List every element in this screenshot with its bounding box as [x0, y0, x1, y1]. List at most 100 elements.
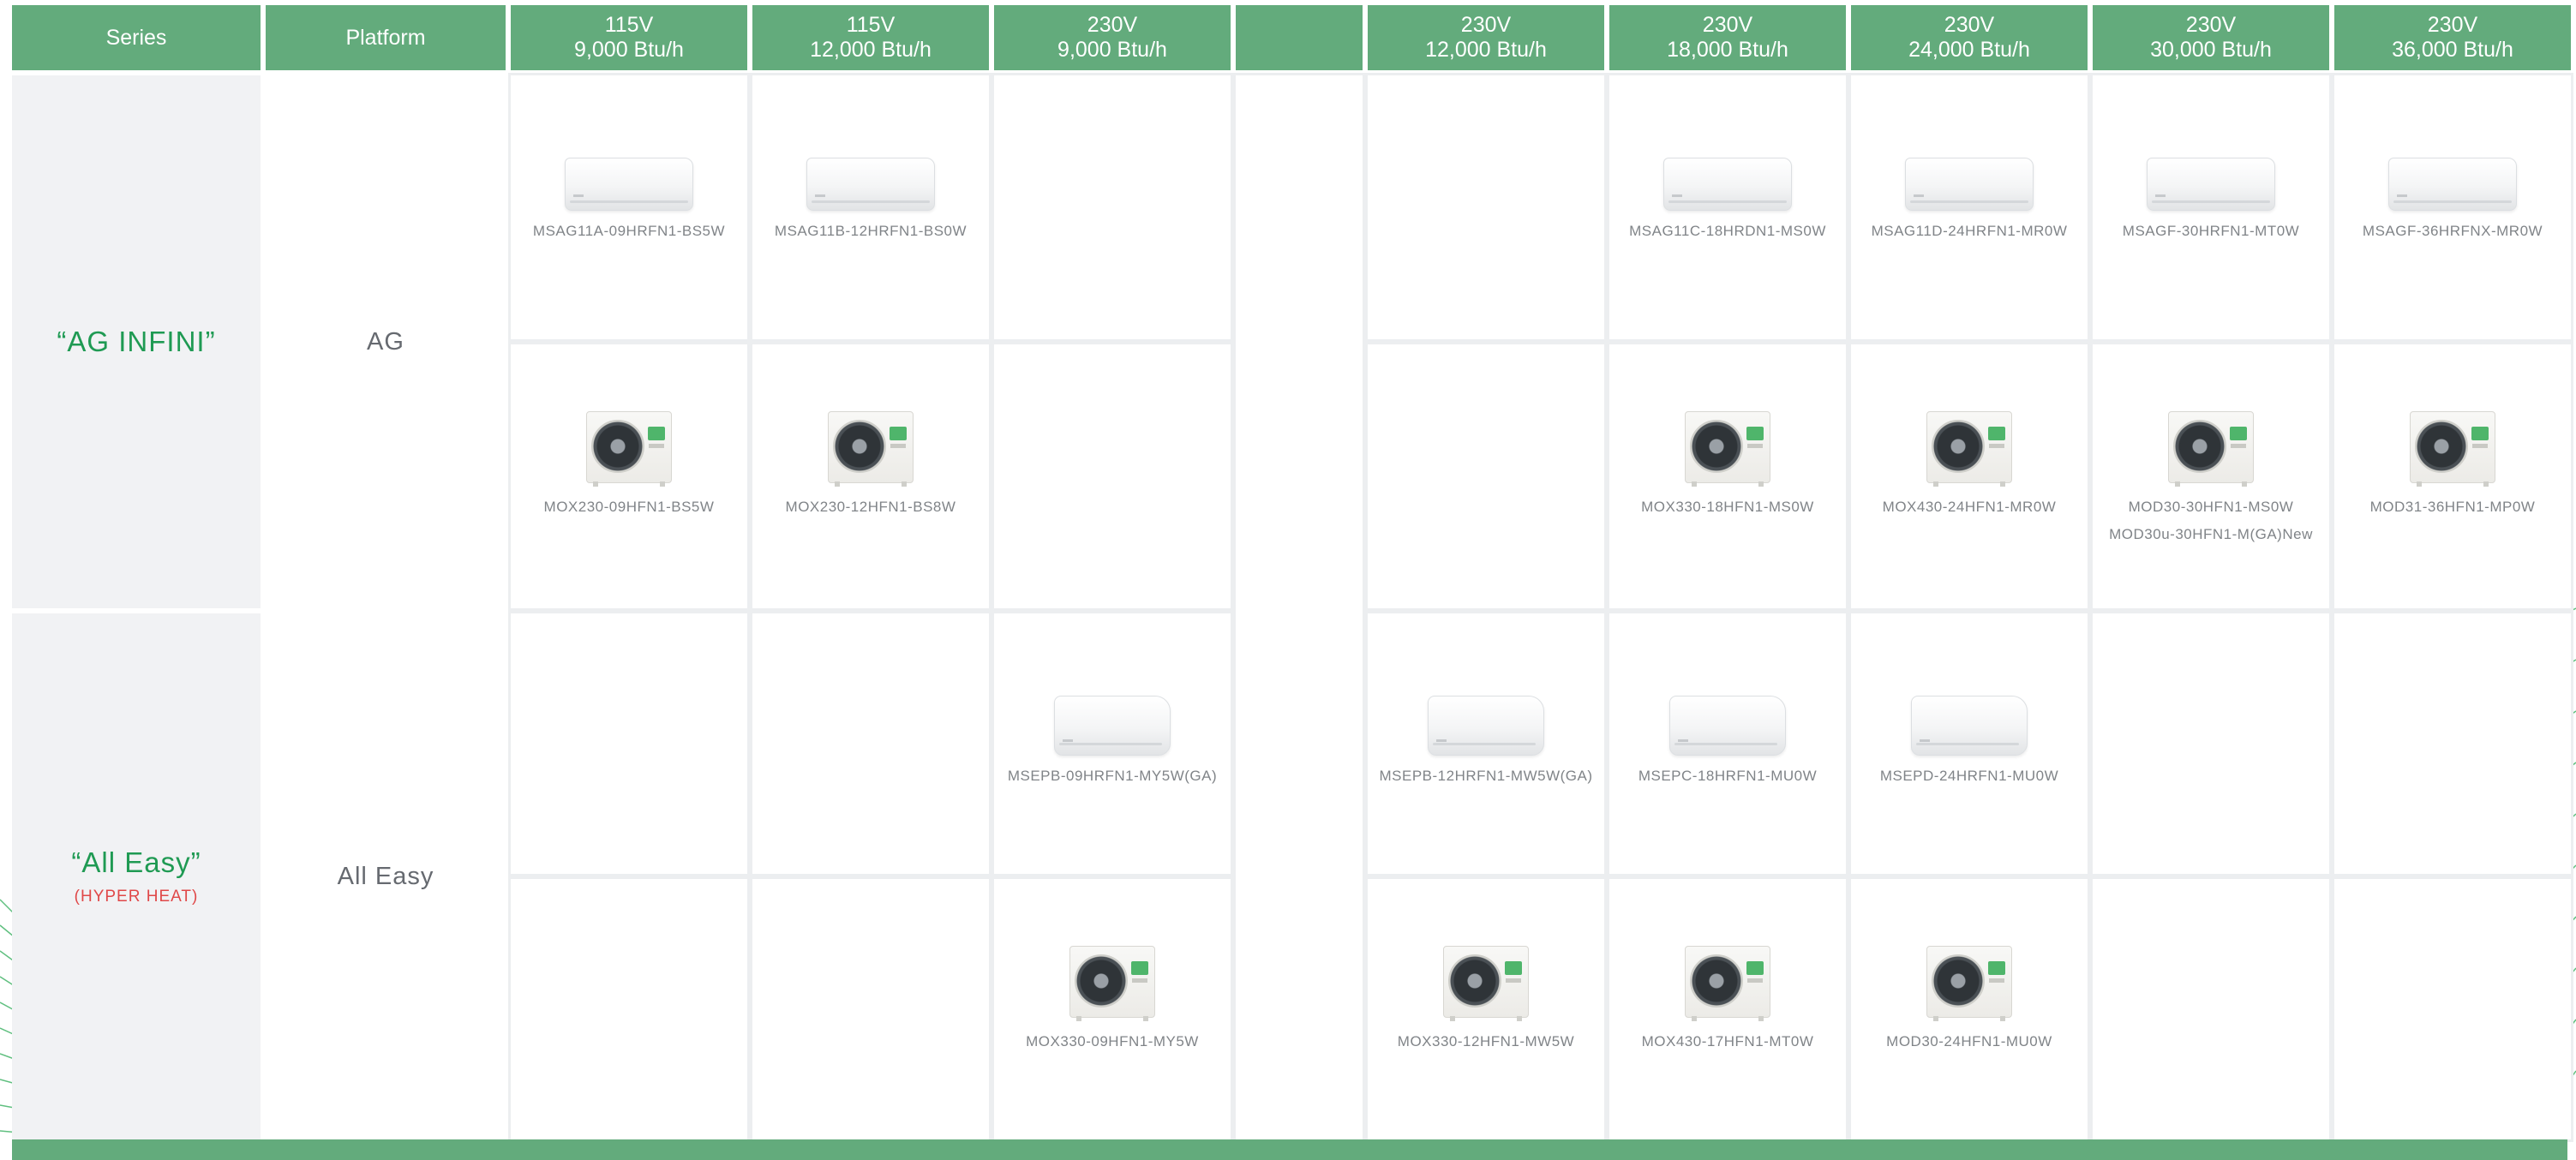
platform-all-easy: All Easy	[266, 613, 506, 1139]
model-number: MOX330-18HFN1-MS0W	[1641, 499, 1814, 515]
outdoor-unit-icon	[828, 411, 914, 487]
platform-label: AG	[367, 327, 404, 356]
product-cell-outdoor: MOD30-30HFN1-MS0W MOD30u-30HFN1-M(GA)New	[2090, 342, 2332, 611]
model-number: MOX330-09HFN1-MY5W	[1026, 1033, 1199, 1049]
indoor-unit-icon	[806, 158, 935, 211]
header-115v-9000: 115V 9,000 Btu/h	[511, 5, 747, 70]
outdoor-unit-icon	[1926, 411, 2012, 487]
product-matrix-table: Series Platform 115V 9,000 Btu/h 115V 12…	[12, 5, 2573, 1142]
indoor-unit-image	[2147, 158, 2275, 211]
model-number: MSAG11D-24HRFN1-MR0W	[1871, 223, 2068, 239]
series-name: “AG INFINI”	[57, 326, 216, 357]
product-cell-indoor: MSAG11B-12HRFN1-BS0W	[750, 73, 991, 342]
model-number: MOD30-24HFN1-MU0W	[1886, 1033, 2052, 1049]
outdoor-unit-icon	[2168, 411, 2254, 487]
indoor-unit-icon	[1054, 696, 1171, 756]
series-name: “All Easy”	[71, 846, 201, 878]
product-cell-outdoor	[2332, 876, 2573, 1142]
indoor-unit-image	[1054, 696, 1171, 756]
header-capacity: 18,000 Btu/h	[1667, 38, 1788, 62]
header-label: Platform	[345, 25, 426, 50]
product-cell-indoor: MSEPD-24HRFN1-MU0W	[1848, 611, 2090, 876]
product-cell-indoor: MSAG11D-24HRFN1-MR0W	[1848, 73, 2090, 342]
indoor-unit-icon	[1428, 696, 1544, 756]
header-capacity: 12,000 Btu/h	[810, 38, 932, 62]
header-voltage: 230V	[2185, 13, 2237, 37]
product-cell-outdoor: MOX430-24HFN1-MR0W	[1848, 342, 2090, 611]
header-platform: Platform	[266, 5, 506, 70]
outdoor-unit-image	[1926, 411, 2012, 487]
indoor-unit-image	[1428, 696, 1544, 756]
outdoor-unit-icon	[586, 411, 672, 487]
model-number: MSEPB-12HRFN1-MW5W(GA)	[1379, 768, 1593, 784]
indoor-unit-image	[2388, 158, 2517, 211]
product-cell-indoor: MSEPB-12HRFN1-MW5W(GA)	[1365, 611, 1607, 876]
model-number: MOD31-36HFN1-MP0W	[2369, 499, 2536, 515]
indoor-unit-image	[565, 158, 693, 211]
header-230v-18000: 230V 18,000 Btu/h	[1609, 5, 1846, 70]
header-230v-36000: 230V 36,000 Btu/h	[2334, 5, 2571, 70]
product-cell-outdoor: MOX230-09HFN1-BS5W	[508, 342, 750, 611]
product-cell-outdoor: MOX230-12HFN1-BS8W	[750, 342, 991, 611]
outdoor-unit-image	[1443, 946, 1529, 1021]
header-voltage: 115V	[604, 13, 654, 37]
outdoor-unit-image	[1926, 946, 2012, 1021]
header-115v-12000: 115V 12,000 Btu/h	[752, 5, 989, 70]
indoor-unit-icon	[1669, 696, 1786, 756]
product-cell-indoor	[508, 611, 750, 876]
header-voltage: 230V	[1702, 13, 1753, 37]
series-all-easy: “All Easy” (HYPER HEAT)	[12, 613, 261, 1139]
model-number: MSEPD-24HRFN1-MU0W	[1879, 768, 2059, 784]
model-number-alt: MOD30u-30HFN1-M(GA)New	[2109, 526, 2313, 542]
header-voltage: 230V	[1087, 13, 1138, 37]
header-capacity: 36,000 Btu/h	[2392, 38, 2513, 62]
product-cell-indoor	[1365, 73, 1607, 342]
product-cell-outdoor	[1365, 342, 1607, 611]
model-number: MOX430-24HFN1-MR0W	[1882, 499, 2057, 515]
product-cell-outdoor: MOX330-12HFN1-MW5W	[1365, 876, 1607, 1142]
header-voltage: 230V	[1460, 13, 1512, 37]
product-cell-outdoor: MOX330-09HFN1-MY5W	[991, 876, 1233, 1142]
product-cell-outdoor: MOD30-24HFN1-MU0W	[1848, 876, 2090, 1142]
header-capacity: 24,000 Btu/h	[1908, 38, 2030, 62]
product-cell-indoor	[750, 611, 991, 876]
header-voltage: 230V	[2427, 13, 2478, 37]
outdoor-unit-image	[1685, 411, 1770, 487]
product-cell-outdoor: MOD31-36HFN1-MP0W	[2332, 342, 2573, 611]
indoor-unit-image	[806, 158, 935, 211]
indoor-unit-icon	[1663, 158, 1792, 211]
product-cell-indoor: MSAGF-36HRFNX-MR0W	[2332, 73, 2573, 342]
outdoor-unit-image	[2410, 411, 2495, 487]
platform-ag: AG	[266, 75, 506, 608]
product-cell-outdoor: MOX330-18HFN1-MS0W	[1607, 342, 1848, 611]
model-number: MSAG11A-09HRFN1-BS5W	[532, 223, 726, 239]
indoor-unit-icon	[1905, 158, 2034, 211]
outdoor-unit-icon	[2410, 411, 2495, 487]
header-230v-24000: 230V 24,000 Btu/h	[1851, 5, 2088, 70]
model-number: MSAG11C-18HRDN1-MS0W	[1629, 223, 1826, 239]
outdoor-unit-icon	[1069, 946, 1155, 1021]
header-voltage: 115V	[846, 13, 896, 37]
product-cell-outdoor	[508, 876, 750, 1142]
header-230v-9000: 230V 9,000 Btu/h	[994, 5, 1231, 70]
header-capacity: 9,000 Btu/h	[574, 38, 684, 62]
spacer-column	[1233, 73, 1365, 1142]
header-blank	[1236, 5, 1363, 70]
product-cell-outdoor	[750, 876, 991, 1142]
outdoor-unit-image	[2168, 411, 2254, 487]
model-number: MSEPC-18HRFN1-MU0W	[1638, 768, 1818, 784]
header-label: Series	[105, 25, 167, 50]
product-cell-outdoor	[991, 342, 1233, 611]
series-subtitle: (HYPER HEAT)	[74, 888, 199, 906]
product-cell-indoor	[2090, 611, 2332, 876]
indoor-unit-image	[1905, 158, 2034, 211]
product-cell-indoor	[2332, 611, 2573, 876]
indoor-unit-icon	[2147, 158, 2275, 211]
model-number: MSAGF-30HRFN1-MT0W	[2122, 223, 2300, 239]
outdoor-unit-icon	[1926, 946, 2012, 1021]
model-number: MSAG11B-12HRFN1-BS0W	[774, 223, 967, 239]
product-cell-indoor: MSEPC-18HRFN1-MU0W	[1607, 611, 1848, 876]
model-number: MOX230-09HFN1-BS5W	[543, 499, 715, 515]
series-ag-infini: “AG INFINI”	[12, 75, 261, 608]
model-number: MSEPB-09HRFN1-MY5W(GA)	[1007, 768, 1218, 784]
